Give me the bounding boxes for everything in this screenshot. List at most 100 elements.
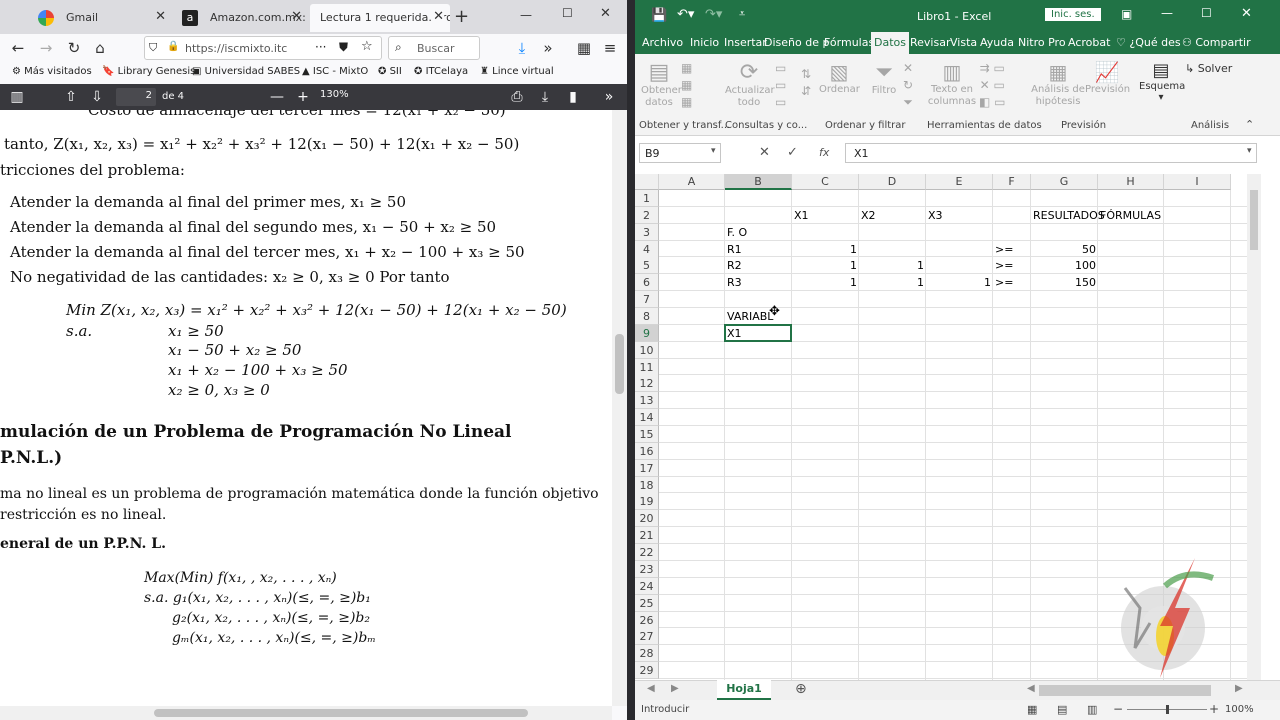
customize-icon[interactable]: ⩡ bbox=[739, 7, 745, 21]
overflow-icon[interactable]: » bbox=[536, 34, 560, 62]
row-header-21[interactable]: 21 bbox=[635, 527, 659, 545]
row-header-20[interactable]: 20 bbox=[635, 510, 659, 528]
text-to-columns-button[interactable]: ▥ Texto en columnas bbox=[927, 60, 977, 108]
tab-ayuda[interactable]: Ayuda bbox=[977, 32, 1017, 54]
enter-icon[interactable]: ✓ bbox=[787, 145, 798, 160]
cell-c6[interactable]: 1 bbox=[792, 274, 859, 291]
cell-g6[interactable]: 150 bbox=[1031, 274, 1098, 291]
more-icon[interactable]: ··· bbox=[315, 40, 326, 54]
zoom-slider-thumb[interactable] bbox=[1166, 705, 1169, 714]
chevron-down-icon[interactable]: ▾ bbox=[711, 146, 716, 156]
cell-b6[interactable]: R3 bbox=[725, 274, 792, 291]
column-header-d[interactable]: D bbox=[859, 174, 926, 190]
next-page-icon[interactable]: ⇩ bbox=[86, 84, 108, 110]
bookmark-library-genesis[interactable]: 🔖 Library Genesis bbox=[102, 66, 195, 77]
zoom-in-icon[interactable]: + bbox=[1209, 702, 1219, 716]
tab-nitro[interactable]: Nitro Pro bbox=[1015, 32, 1069, 54]
hscroll-left-icon[interactable]: ◀ bbox=[1027, 683, 1035, 694]
row-header-3[interactable]: 3 bbox=[635, 223, 659, 241]
row-header-23[interactable]: 23 bbox=[635, 560, 659, 578]
cell-g2[interactable]: RESULTADOS bbox=[1031, 207, 1105, 224]
column-header-b[interactable]: B bbox=[725, 174, 792, 190]
sheet-hscroll-thumb[interactable] bbox=[1039, 685, 1211, 696]
page-break-icon[interactable]: ▥ bbox=[1087, 703, 1097, 716]
column-header-e[interactable]: E bbox=[926, 174, 993, 190]
collapse-ribbon-icon[interactable]: ⌃ bbox=[1245, 118, 1254, 131]
bookmark-sabes[interactable]: ▣ Universidad SABES bbox=[192, 66, 300, 77]
cell-f4[interactable]: >= bbox=[993, 241, 1031, 258]
minimize-icon[interactable]: — bbox=[520, 8, 532, 22]
row-header-26[interactable]: 26 bbox=[635, 611, 659, 629]
bookmark-isc-mixto[interactable]: ▲ ISC - MixtO bbox=[302, 66, 368, 77]
pdf-tools-icon[interactable]: » bbox=[598, 84, 620, 110]
back-icon[interactable]: ← bbox=[6, 34, 30, 62]
bookmark-itcelaya[interactable]: ✪ ITCelaya bbox=[414, 66, 468, 77]
download-icon[interactable]: ⤓ bbox=[510, 34, 534, 62]
outline-button[interactable]: ▤ Esquema ▾ bbox=[1139, 60, 1185, 103]
forecast-button[interactable]: 📈 Previsión bbox=[1085, 60, 1130, 95]
row-header-29[interactable]: 29 bbox=[635, 662, 659, 680]
tab-inicio[interactable]: Inicio bbox=[687, 32, 722, 54]
row-header-14[interactable]: 14 bbox=[635, 409, 659, 427]
data-tools-icons[interactable]: ⇉ ▭ ✕ ▭ ◧ ▭ bbox=[979, 60, 1006, 111]
save-icon[interactable]: ⤓ bbox=[534, 84, 556, 110]
row-header-13[interactable]: 13 bbox=[635, 392, 659, 410]
cell-d6[interactable]: 1 bbox=[859, 274, 926, 291]
sort-button[interactable]: ▧ Ordenar bbox=[819, 60, 860, 95]
close-icon[interactable]: ✕ bbox=[433, 9, 444, 24]
menu-icon[interactable]: ≡ bbox=[598, 34, 622, 62]
close-icon[interactable]: ✕ bbox=[1241, 6, 1252, 21]
row-header-4[interactable]: 4 bbox=[635, 240, 659, 258]
add-sheet-icon[interactable]: ⊕ bbox=[795, 681, 807, 697]
scroll-thumb[interactable] bbox=[615, 334, 624, 394]
tab-amazon[interactable]: a Amazon.com.mx: L ✕ bbox=[172, 4, 308, 32]
row-header-18[interactable]: 18 bbox=[635, 476, 659, 494]
select-all-corner[interactable] bbox=[635, 174, 659, 190]
sheet-vscroll[interactable] bbox=[1247, 174, 1261, 680]
expand-formula-icon[interactable]: ▾ bbox=[1247, 146, 1252, 156]
name-box[interactable]: B9 bbox=[639, 143, 721, 163]
solver-button[interactable]: ↳ Solver bbox=[1185, 62, 1232, 75]
cell-e6[interactable]: 1 bbox=[926, 274, 993, 291]
star-icon[interactable]: ☆ bbox=[361, 39, 373, 54]
page-layout-icon[interactable]: ▤ bbox=[1057, 703, 1067, 716]
tab-gmail[interactable]: Gmail ✕ bbox=[28, 4, 172, 32]
next-sheet-icon[interactable]: ▶ bbox=[671, 683, 679, 694]
forward-icon[interactable]: → bbox=[34, 34, 58, 62]
column-header-h[interactable]: H bbox=[1098, 174, 1164, 190]
pocket-icon[interactable]: ⛊ bbox=[339, 40, 348, 55]
cancel-icon[interactable]: ✕ bbox=[759, 145, 770, 160]
row-header-28[interactable]: 28 bbox=[635, 645, 659, 663]
row-header-16[interactable]: 16 bbox=[635, 442, 659, 460]
zoom-out-icon[interactable]: — bbox=[266, 84, 288, 110]
maximize-icon[interactable]: ☐ bbox=[562, 6, 573, 20]
cell-c4[interactable]: 1 bbox=[792, 241, 859, 258]
refresh-all-button[interactable]: ⟳ Actualizar todo bbox=[725, 60, 775, 109]
filter-button[interactable]: ⏷ Filtro bbox=[867, 60, 901, 96]
tell-me-input[interactable]: ♡ ¿Qué des bbox=[1113, 32, 1184, 54]
zoom-in-icon[interactable]: + bbox=[292, 84, 314, 110]
save-icon[interactable]: 💾 bbox=[651, 8, 667, 23]
row-header-11[interactable]: 11 bbox=[635, 358, 659, 376]
cell-b5[interactable]: R2 bbox=[725, 257, 792, 274]
column-header-f[interactable]: F bbox=[993, 174, 1031, 190]
row-header-24[interactable]: 24 bbox=[635, 577, 659, 595]
prev-sheet-icon[interactable]: ◀ bbox=[647, 683, 655, 694]
cell-b3[interactable]: F. O bbox=[725, 224, 792, 241]
close-icon[interactable]: ✕ bbox=[155, 9, 166, 24]
redo-icon[interactable]: ↷▾ bbox=[705, 7, 722, 22]
scroll-thumb[interactable] bbox=[1250, 190, 1258, 250]
what-if-button[interactable]: ▦ Análisis de hipótesis bbox=[1031, 60, 1085, 108]
maximize-icon[interactable]: ☐ bbox=[1201, 6, 1212, 20]
cell-h2[interactable]: FÓRMULAS bbox=[1098, 207, 1164, 224]
cell-f6[interactable]: >= bbox=[993, 274, 1031, 291]
zoom-level[interactable]: 100% bbox=[1225, 704, 1254, 715]
row-header-27[interactable]: 27 bbox=[635, 628, 659, 646]
formula-input[interactable]: X1 bbox=[845, 143, 1257, 163]
bookmark-sii[interactable]: ✪ SII bbox=[378, 66, 402, 77]
normal-view-icon[interactable]: ▦ bbox=[1027, 703, 1037, 716]
row-header-1[interactable]: 1 bbox=[635, 190, 659, 207]
row-header-12[interactable]: 12 bbox=[635, 375, 659, 393]
sidebar-toggle-icon[interactable]: ▥ bbox=[6, 84, 28, 110]
column-header-g[interactable]: G bbox=[1031, 174, 1098, 190]
